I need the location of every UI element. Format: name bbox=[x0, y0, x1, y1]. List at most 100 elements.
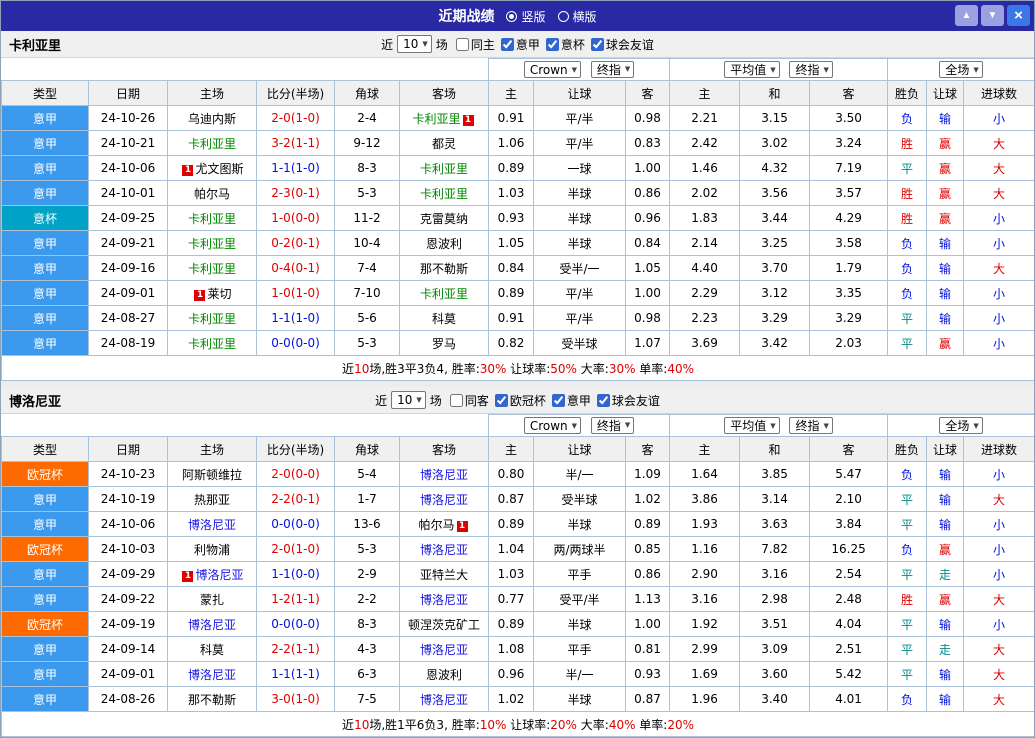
checkbox-input[interactable] bbox=[455, 37, 469, 51]
score-link[interactable]: 2-0(1-0) bbox=[271, 111, 320, 125]
scope-select[interactable]: 全场 ▼ bbox=[939, 417, 983, 434]
score-link[interactable]: 2-2(0-1) bbox=[271, 492, 320, 506]
europe-time-select[interactable]: 终指 ▼ bbox=[789, 417, 833, 434]
away-team-name[interactable]: 顿涅茨克矿工 bbox=[408, 618, 480, 632]
home-team-name[interactable]: 卡利亚里 bbox=[188, 237, 236, 251]
home-team-name[interactable]: 热那亚 bbox=[194, 493, 230, 507]
away-team-name[interactable]: 博洛尼亚 bbox=[420, 643, 468, 657]
away-team-name[interactable]: 帕尔马 bbox=[419, 518, 455, 532]
away-team-name[interactable]: 罗马 bbox=[432, 337, 456, 351]
checkbox-input[interactable] bbox=[500, 37, 514, 51]
filter-checkbox[interactable]: 欧冠杯 bbox=[494, 392, 546, 409]
away-team-name[interactable]: 科莫 bbox=[432, 312, 456, 326]
home-team-name[interactable]: 乌迪内斯 bbox=[188, 112, 236, 126]
handicap-company-select[interactable]: Crown ▼ bbox=[523, 417, 582, 435]
home-team-name[interactable]: 那不勒斯 bbox=[188, 693, 236, 707]
home-team-name[interactable]: 蒙扎 bbox=[200, 593, 224, 607]
close-button[interactable]: × bbox=[1007, 5, 1030, 26]
away-team-name[interactable]: 博洛尼亚 bbox=[420, 543, 468, 557]
match-row: 意甲 24-09-21 卡利亚里 0-2(0-1) 10-4 恩波利 1.05 半球 0.84 2… bbox=[1, 230, 1034, 256]
away-team-name[interactable]: 克雷莫纳 bbox=[420, 212, 468, 226]
filter-checkbox[interactable]: 球会友谊 bbox=[590, 36, 654, 53]
away-team-name[interactable]: 博洛尼亚 bbox=[420, 593, 468, 607]
score-link[interactable]: 0-0(0-0) bbox=[271, 517, 320, 531]
europe-home-odds: 2.23 bbox=[669, 305, 741, 331]
europe-company-select[interactable]: 平均值 ▼ bbox=[724, 61, 780, 78]
home-team-name[interactable]: 阿斯顿维拉 bbox=[182, 468, 242, 482]
home-team-name[interactable]: 莱切 bbox=[207, 287, 231, 301]
away-team-name[interactable]: 卡利亚里 bbox=[420, 162, 468, 176]
home-team-name[interactable]: 科莫 bbox=[200, 643, 224, 657]
filter-checkbox[interactable]: 意甲 bbox=[551, 392, 591, 409]
home-team-name[interactable]: 博洛尼亚 bbox=[188, 668, 236, 682]
away-team-name[interactable]: 博洛尼亚 bbox=[420, 493, 468, 507]
scroll-down-button[interactable]: ▼ bbox=[981, 5, 1004, 26]
score-link[interactable]: 2-0(1-0) bbox=[271, 542, 320, 556]
checkbox-input[interactable] bbox=[590, 37, 604, 51]
filter-checkbox[interactable]: 意甲 bbox=[500, 36, 540, 53]
home-team-name[interactable]: 卡利亚里 bbox=[188, 337, 236, 351]
handicap-time-select[interactable]: 终指 ▼ bbox=[590, 60, 635, 78]
home-team-name[interactable]: 卡利亚里 bbox=[188, 312, 236, 326]
result-goals: 大 bbox=[963, 180, 1034, 206]
radio-vertical-layout[interactable]: 竖版 bbox=[506, 8, 546, 25]
europe-time-select[interactable]: 终指 ▼ bbox=[789, 61, 833, 78]
home-team-name[interactable]: 卡利亚里 bbox=[188, 212, 236, 226]
home-team-name[interactable]: 卡利亚里 bbox=[188, 262, 236, 276]
score-link[interactable]: 3-2(1-1) bbox=[271, 136, 320, 150]
home-team-name[interactable]: 利物浦 bbox=[194, 543, 230, 557]
filter-checkbox[interactable]: 球会友谊 bbox=[596, 392, 660, 409]
away-team-name[interactable]: 那不勒斯 bbox=[420, 262, 468, 276]
europe-company-select[interactable]: 平均值 ▼ bbox=[724, 417, 780, 434]
score-link[interactable]: 1-1(1-1) bbox=[271, 667, 320, 681]
europe-draw-odds: 3.56 bbox=[739, 180, 811, 206]
recent-count-select[interactable]: 10 ▼ bbox=[391, 391, 426, 409]
score-link[interactable]: 0-2(0-1) bbox=[271, 236, 320, 250]
score-link[interactable]: 0-0(0-0) bbox=[271, 617, 320, 631]
filter-checkbox[interactable]: 同客 bbox=[449, 392, 489, 409]
score-link[interactable]: 0-0(0-0) bbox=[271, 336, 320, 350]
recent-count-select[interactable]: 10 ▼ bbox=[397, 35, 432, 53]
checkbox-input[interactable] bbox=[449, 393, 463, 407]
score-link[interactable]: 1-0(1-0) bbox=[271, 286, 320, 300]
away-team-name[interactable]: 恩波利 bbox=[426, 237, 462, 251]
scope-select[interactable]: 全场 ▼ bbox=[939, 61, 983, 78]
away-team-name[interactable]: 博洛尼亚 bbox=[420, 693, 468, 707]
filter-checkbox[interactable]: 意杯 bbox=[545, 36, 585, 53]
checkbox-input[interactable] bbox=[494, 393, 508, 407]
score-link[interactable]: 1-1(1-0) bbox=[271, 311, 320, 325]
handicap-company-select[interactable]: Crown ▼ bbox=[523, 61, 582, 79]
away-team-name[interactable]: 都灵 bbox=[432, 137, 456, 151]
score-link[interactable]: 1-0(0-0) bbox=[271, 211, 320, 225]
score-link[interactable]: 1-1(0-0) bbox=[271, 567, 320, 581]
result-goals: 小 bbox=[963, 280, 1034, 306]
checkbox-input[interactable] bbox=[596, 393, 610, 407]
home-team-name[interactable]: 尤文图斯 bbox=[195, 162, 243, 176]
checkbox-input[interactable] bbox=[551, 393, 565, 407]
filter-checkbox[interactable]: 同主 bbox=[455, 36, 495, 53]
away-team-name[interactable]: 亚特兰大 bbox=[420, 568, 468, 582]
scroll-up-button[interactable]: ▲ bbox=[955, 5, 978, 26]
home-team-name[interactable]: 卡利亚里 bbox=[188, 137, 236, 151]
score-link[interactable]: 1-1(1-0) bbox=[271, 161, 320, 175]
away-team-name[interactable]: 卡利亚里 bbox=[413, 112, 461, 126]
away-team-name[interactable]: 卡利亚里 bbox=[420, 287, 468, 301]
home-team-name[interactable]: 博洛尼亚 bbox=[195, 568, 243, 582]
away-team-name[interactable]: 恩波利 bbox=[426, 668, 462, 682]
away-team-name[interactable]: 博洛尼亚 bbox=[420, 468, 468, 482]
home-team-name[interactable]: 博洛尼亚 bbox=[188, 618, 236, 632]
radio-horizontal-layout[interactable]: 横版 bbox=[557, 8, 597, 25]
score-link[interactable]: 1-2(1-1) bbox=[271, 592, 320, 606]
away-team-name[interactable]: 卡利亚里 bbox=[420, 187, 468, 201]
score-link[interactable]: 2-3(0-1) bbox=[271, 186, 320, 200]
score-link[interactable]: 2-2(1-1) bbox=[271, 642, 320, 656]
score-link[interactable]: 0-4(0-1) bbox=[271, 261, 320, 275]
score-link[interactable]: 3-0(1-0) bbox=[271, 692, 320, 706]
score-cell: 0-2(0-1) bbox=[256, 230, 335, 256]
result-goals: 大 bbox=[963, 686, 1034, 712]
checkbox-input[interactable] bbox=[545, 37, 559, 51]
handicap-time-select[interactable]: 终指 ▼ bbox=[590, 416, 635, 434]
score-link[interactable]: 2-0(0-0) bbox=[271, 467, 320, 481]
home-team-name[interactable]: 帕尔马 bbox=[194, 187, 230, 201]
home-team-name[interactable]: 博洛尼亚 bbox=[188, 518, 236, 532]
